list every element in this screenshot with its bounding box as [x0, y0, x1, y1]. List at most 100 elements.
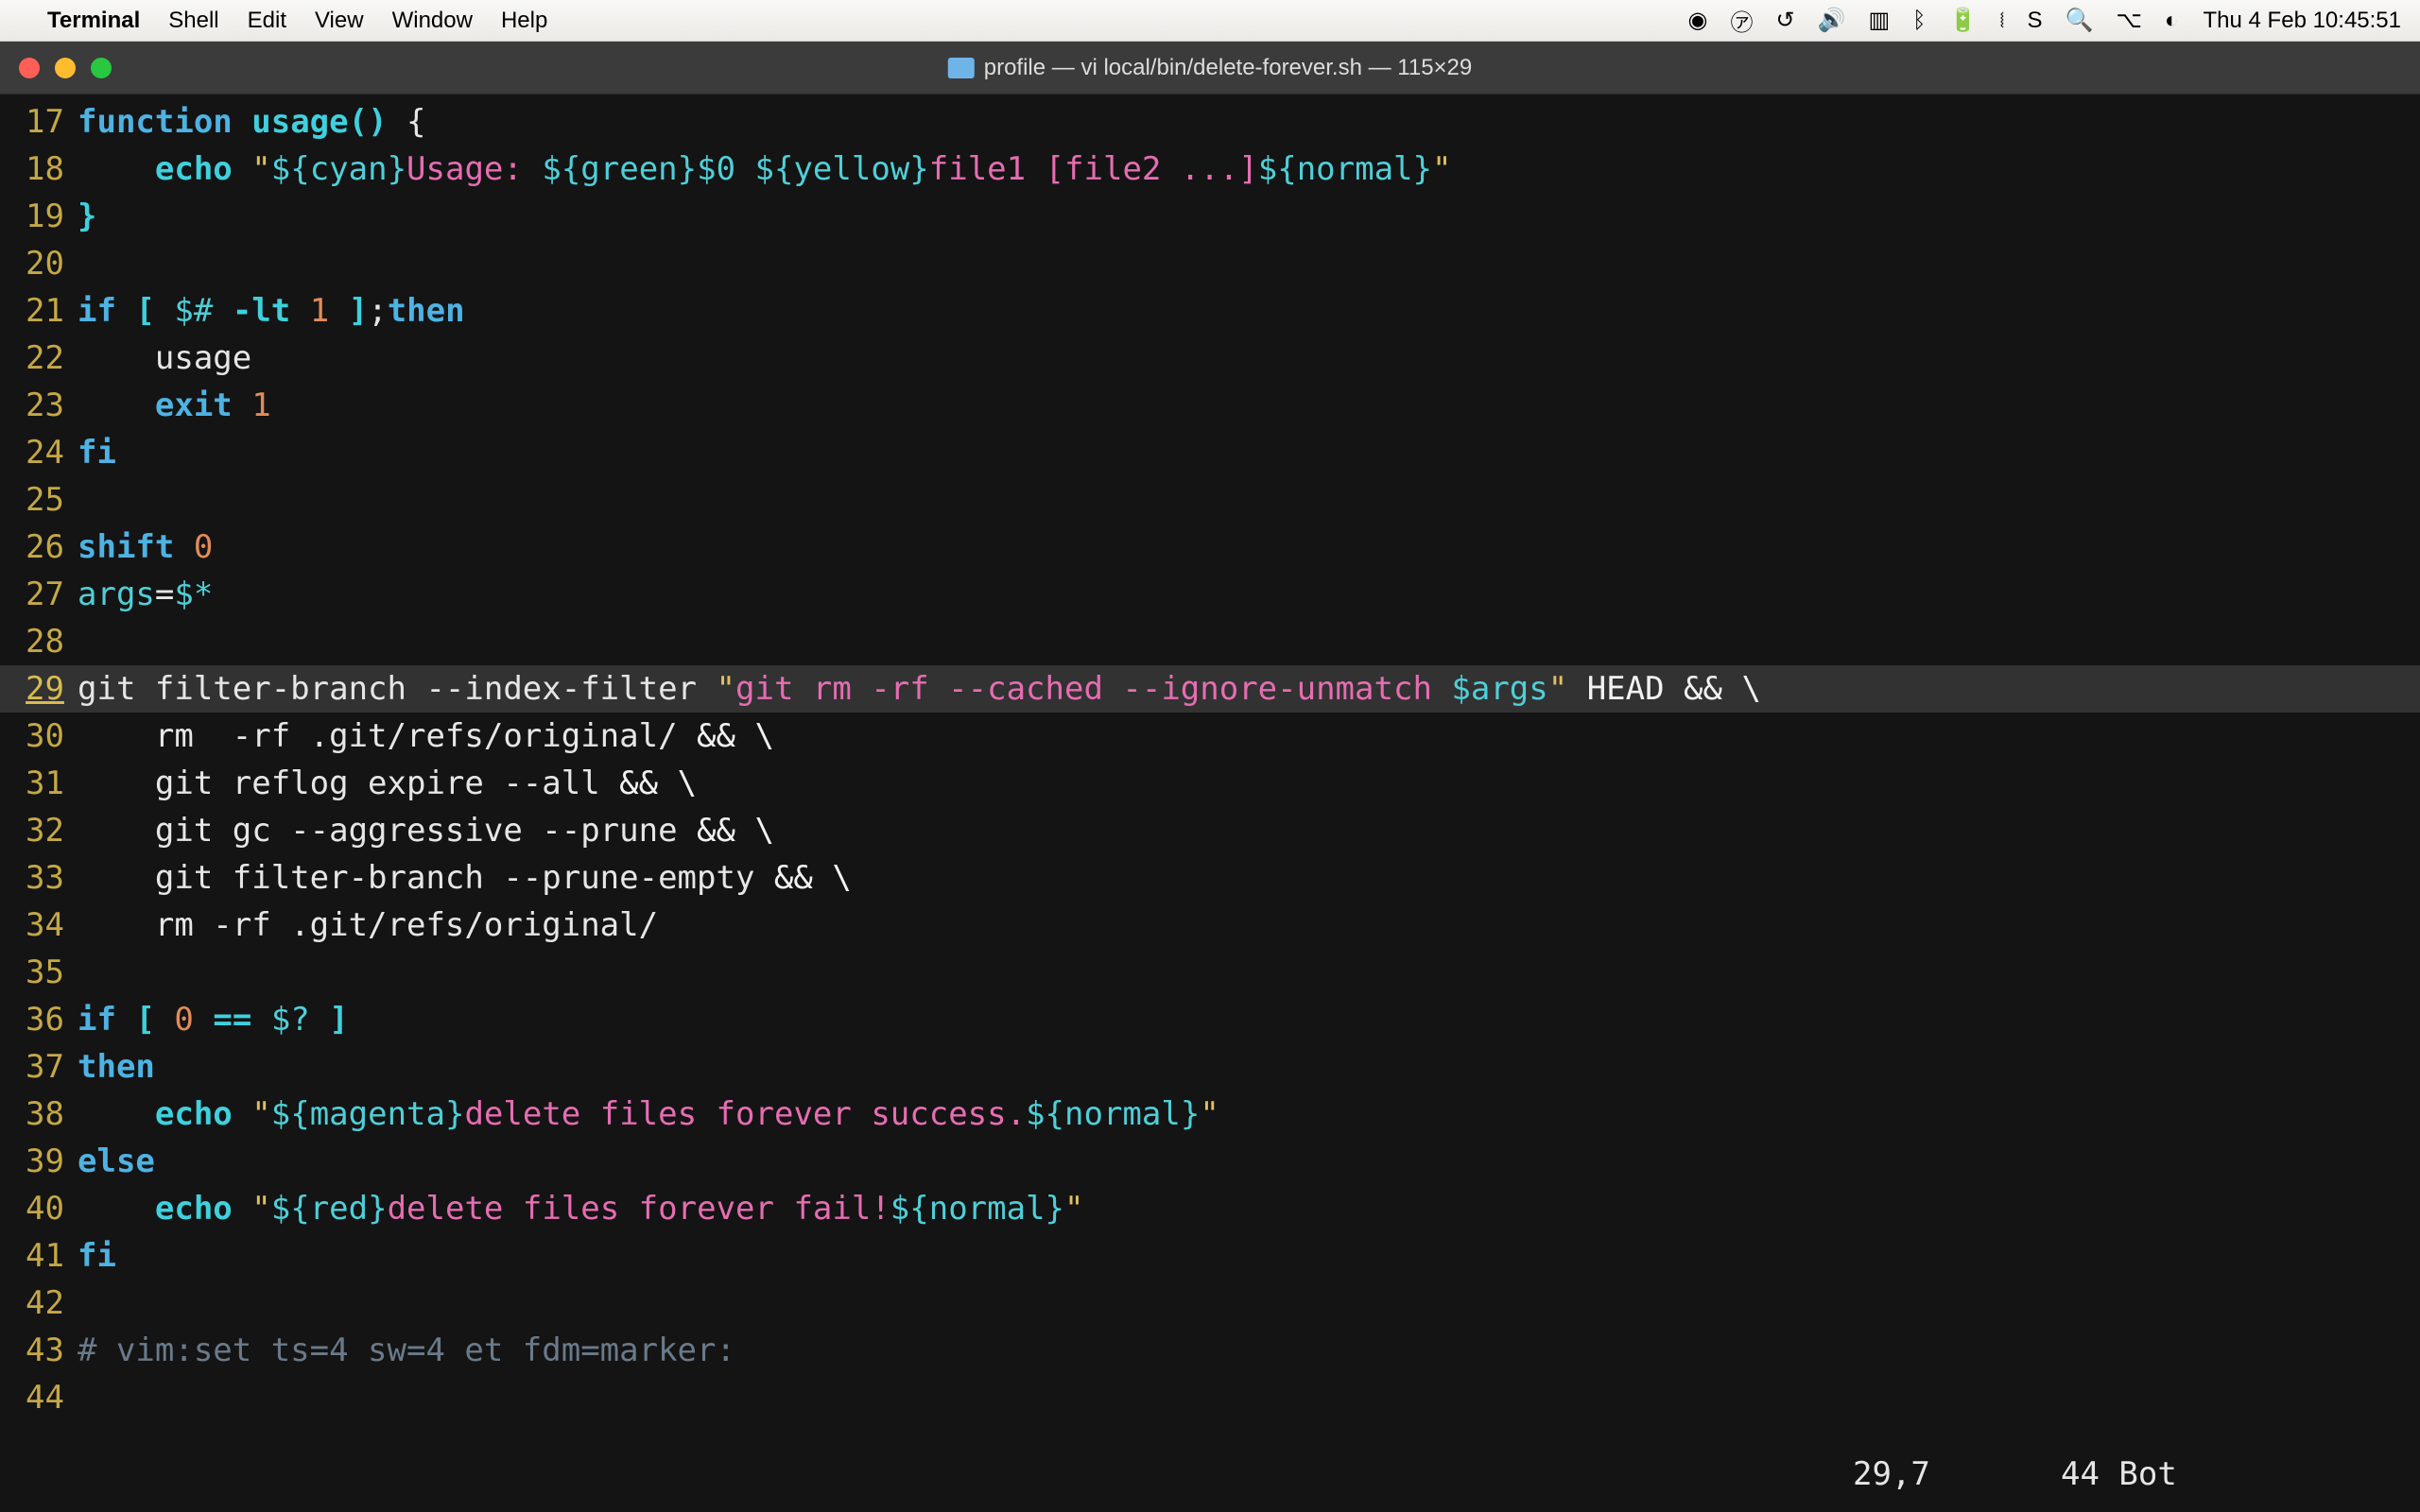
code-content: echo "${magenta}delete files forever suc… [78, 1091, 1219, 1138]
code-content: echo "${red}delete files forever fail!${… [78, 1185, 1084, 1232]
code-line[interactable]: 27args=$* [0, 571, 2420, 618]
code-content: fi [78, 1232, 116, 1280]
line-number: 33 [0, 854, 78, 902]
code-line[interactable]: 21if [ $# -lt 1 ];then [0, 287, 2420, 335]
line-number: 31 [0, 760, 78, 807]
code-content: usage [78, 335, 251, 382]
folder-icon [948, 58, 975, 78]
line-number: 35 [0, 949, 78, 996]
line-number: 18 [0, 146, 78, 193]
code-line[interactable]: 35 [0, 949, 2420, 996]
code-line[interactable]: 44 [0, 1374, 2420, 1421]
line-number: 30 [0, 713, 78, 760]
status-app-icon[interactable]: S [2027, 8, 2042, 34]
status-display-icon[interactable]: ▥ [1868, 7, 1890, 34]
close-button[interactable] [19, 58, 40, 78]
code-line[interactable]: 24fi [0, 429, 2420, 476]
maximize-button[interactable] [91, 58, 112, 78]
minimize-button[interactable] [55, 58, 76, 78]
cursor-position: 29,7 [1853, 1455, 2061, 1493]
app-name[interactable]: Terminal [47, 8, 140, 34]
macos-menubar: Terminal Shell Edit View Window Help ◉ ㋐… [0, 0, 2420, 42]
code-content: exit 1 [78, 382, 271, 429]
code-line[interactable]: 42 [0, 1280, 2420, 1327]
code-line[interactable]: 37then [0, 1043, 2420, 1091]
code-content: else [78, 1138, 155, 1185]
code-content: if [ $# -lt 1 ];then [78, 287, 465, 335]
window-title: profile — vi local/bin/delete-forever.sh… [948, 55, 1473, 81]
status-record-icon[interactable]: ◉ [1687, 7, 1707, 34]
line-number: 20 [0, 240, 78, 287]
titlebar: profile — vi local/bin/delete-forever.sh… [0, 42, 2420, 94]
status-timemachine-icon[interactable]: ↺ [1775, 7, 1794, 34]
line-number: 28 [0, 618, 78, 665]
code-line[interactable]: 33 git filter-branch --prune-empty && \ [0, 854, 2420, 902]
code-content: git reflog expire --all && \ [78, 760, 697, 807]
code-content: then [78, 1043, 155, 1091]
code-line[interactable]: 31 git reflog expire --all && \ [0, 760, 2420, 807]
line-number: 38 [0, 1091, 78, 1138]
status-search-icon[interactable]: 🔍 [2065, 7, 2093, 34]
status-bluetooth-icon[interactable]: ᛒ [1912, 8, 1926, 34]
status-controlcenter-icon[interactable]: ⌥ [2116, 7, 2142, 34]
status-wifi-icon[interactable]: ⧙ [1999, 8, 2004, 34]
code-line[interactable]: 18 echo "${cyan}Usage: ${green}$0 ${yell… [0, 146, 2420, 193]
code-line[interactable]: 32 git gc --aggressive --prune && \ [0, 807, 2420, 854]
code-line[interactable]: 40 echo "${red}delete files forever fail… [0, 1185, 2420, 1232]
code-line[interactable]: 26shift 0 [0, 524, 2420, 571]
code-content: if [ 0 == $? ] [78, 996, 349, 1043]
line-number: 24 [0, 429, 78, 476]
ruler-indicator: 44 Bot [2061, 1455, 2177, 1493]
code-line[interactable]: 28 [0, 618, 2420, 665]
line-number: 44 [0, 1374, 78, 1421]
menu-view[interactable]: View [315, 8, 364, 34]
code-content: args=$* [78, 571, 213, 618]
code-content: echo "${cyan}Usage: ${green}$0 ${yellow}… [78, 146, 1451, 193]
menu-window[interactable]: Window [392, 8, 473, 34]
line-number: 26 [0, 524, 78, 571]
code-line[interactable]: 43# vim:set ts=4 sw=4 et fdm=marker: [0, 1327, 2420, 1374]
line-number: 42 [0, 1280, 78, 1327]
line-number: 36 [0, 996, 78, 1043]
code-line[interactable]: 22 usage [0, 335, 2420, 382]
code-line[interactable]: 29git filter-branch --index-filter "git … [0, 665, 2420, 713]
line-number: 39 [0, 1138, 78, 1185]
code-line[interactable]: 38 echo "${magenta}delete files forever … [0, 1091, 2420, 1138]
status-siri-icon[interactable]: ◐ [2165, 8, 2179, 34]
code-line[interactable]: 19} [0, 193, 2420, 240]
editor-area[interactable]: 17function usage() {18 echo "${cyan}Usag… [0, 94, 2420, 1421]
code-line[interactable]: 17function usage() { [0, 98, 2420, 146]
code-line[interactable]: 30 rm -rf .git/refs/original/ && \ [0, 713, 2420, 760]
code-content: rm -rf .git/refs/original/ && \ [78, 713, 774, 760]
line-number: 19 [0, 193, 78, 240]
window-title-text: profile — vi local/bin/delete-forever.sh… [984, 55, 1473, 81]
code-line[interactable]: 39else [0, 1138, 2420, 1185]
line-number: 29 [0, 665, 78, 713]
code-line[interactable]: 41fi [0, 1232, 2420, 1280]
code-line[interactable]: 25 [0, 476, 2420, 524]
menubar-datetime[interactable]: Thu 4 Feb 10:45:51 [2204, 8, 2401, 34]
line-number: 21 [0, 287, 78, 335]
code-line[interactable]: 34 rm -rf .git/refs/original/ [0, 902, 2420, 949]
line-number: 27 [0, 571, 78, 618]
status-volume-icon[interactable]: 🔊 [1818, 7, 1846, 34]
line-number: 43 [0, 1327, 78, 1374]
code-line[interactable]: 20 [0, 240, 2420, 287]
code-content: shift 0 [78, 524, 213, 571]
menu-help[interactable]: Help [501, 8, 547, 34]
line-number: 34 [0, 902, 78, 949]
code-content: git filter-branch --index-filter "git rm… [78, 665, 1761, 713]
line-number: 41 [0, 1232, 78, 1280]
code-line[interactable]: 36if [ 0 == $? ] [0, 996, 2420, 1043]
line-number: 22 [0, 335, 78, 382]
status-input-icon[interactable]: ㋐ [1730, 4, 1753, 37]
code-content: git filter-branch --prune-empty && \ [78, 854, 852, 902]
menu-edit[interactable]: Edit [248, 8, 286, 34]
menu-shell[interactable]: Shell [168, 8, 218, 34]
code-line[interactable]: 23 exit 1 [0, 382, 2420, 429]
line-number: 17 [0, 98, 78, 146]
line-number: 32 [0, 807, 78, 854]
code-content: } [78, 193, 96, 240]
status-battery-icon[interactable]: 🔋 [1949, 7, 1978, 34]
code-content: # vim:set ts=4 sw=4 et fdm=marker: [78, 1327, 735, 1374]
